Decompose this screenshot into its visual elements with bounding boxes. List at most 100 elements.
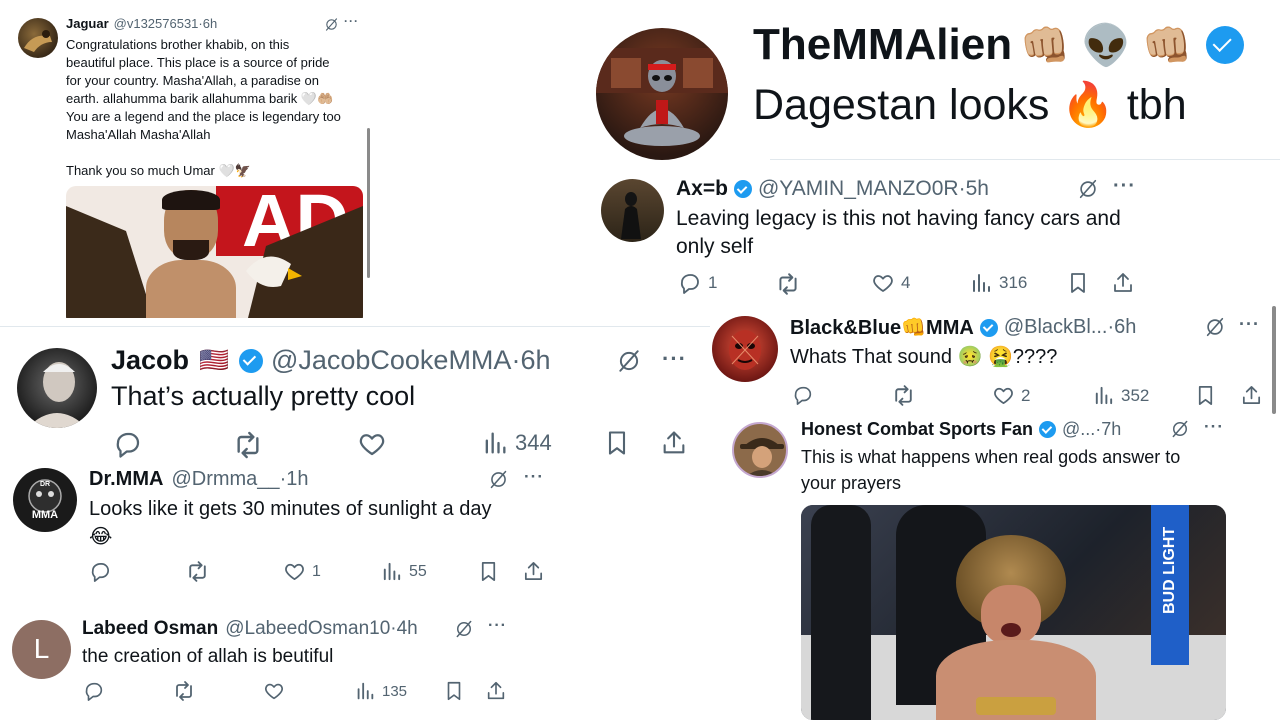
- grok-icon[interactable]: [324, 17, 339, 32]
- bookmark-icon: [603, 429, 631, 457]
- grok-icon[interactable]: [1204, 316, 1226, 338]
- tweet-blackblue[interactable]: Black&Blue👊MMA @BlackBl... · 6h ··· What…: [706, 304, 1280, 416]
- avatar[interactable]: [18, 18, 58, 58]
- tweet-honest-combat[interactable]: Honest Combat Sports Fan @... · 7h ··· T…: [720, 416, 1280, 720]
- display-name[interactable]: Honest Combat Sports Fan: [801, 419, 1033, 440]
- user-handle[interactable]: @LabeedOsman10: [225, 618, 390, 640]
- tweet-jacob[interactable]: Jacob 🇺🇸 @JacobCookeMMA · 6h ··· That’s …: [0, 326, 710, 466]
- reply-button[interactable]: [792, 384, 814, 406]
- timestamp[interactable]: 6h: [520, 345, 550, 376]
- user-handle[interactable]: @BlackBl...: [1004, 316, 1108, 339]
- more-options-icon[interactable]: ···: [1239, 314, 1260, 335]
- avatar[interactable]: [601, 179, 664, 242]
- display-name[interactable]: Jaguar: [66, 16, 109, 31]
- share-button[interactable]: [485, 680, 507, 702]
- text-line: your prayers: [801, 473, 902, 493]
- retweet-icon: [775, 271, 801, 297]
- tweet-axb[interactable]: Ax=b @YAMIN_MANZO0R · 5h ··· Leaving leg…: [585, 165, 1280, 315]
- user-handle[interactable]: @JacobCookeMMA: [271, 345, 512, 376]
- display-name[interactable]: Labeed Osman: [82, 618, 218, 640]
- retweet-button[interactable]: [891, 383, 916, 408]
- text-line: for your country. Masha'Allah, a paradis…: [66, 73, 319, 88]
- user-handle[interactable]: @v132576531: [114, 16, 199, 31]
- display-name[interactable]: Jacob: [111, 345, 189, 376]
- reply-button[interactable]: [89, 560, 112, 583]
- more-options-icon[interactable]: ···: [344, 14, 359, 28]
- reply-button[interactable]: [113, 429, 143, 459]
- display-name[interactable]: Dr.MMA: [89, 468, 163, 491]
- avatar[interactable]: [17, 348, 97, 428]
- like-button[interactable]: 2: [992, 384, 1030, 407]
- display-name[interactable]: Black&Blue👊MMA: [790, 315, 974, 340]
- scrollbar[interactable]: [367, 128, 370, 278]
- share-button[interactable]: [1240, 384, 1263, 407]
- grok-icon[interactable]: [1170, 419, 1190, 439]
- media-image[interactable]: BUD LIGHT: [801, 505, 1226, 720]
- scrollbar[interactable]: [1272, 306, 1276, 414]
- more-options-icon[interactable]: ···: [524, 467, 544, 487]
- more-options-icon[interactable]: ···: [662, 346, 687, 372]
- views-button[interactable]: 316: [969, 271, 1027, 295]
- bookmark-button[interactable]: [1194, 384, 1217, 407]
- views-button[interactable]: 135: [354, 680, 407, 702]
- avatar[interactable]: DR MMA: [13, 468, 77, 532]
- tweet-themmaalien[interactable]: TheMMAlien 👊🏼 👽 👊🏼 Dagestan looks 🔥 tbh: [580, 0, 1280, 160]
- timestamp[interactable]: 1h: [286, 468, 308, 491]
- tweet-drmma[interactable]: DR MMA Dr.MMA @Drmma__ · 1h ··· Looks li…: [0, 462, 560, 602]
- user-handle[interactable]: @...: [1062, 419, 1095, 440]
- avatar[interactable]: [712, 316, 778, 382]
- timestamp[interactable]: 4h: [397, 618, 418, 640]
- tweet-jaguar[interactable]: Jaguar @v132576531 · 6h ··· Congratulati…: [0, 0, 380, 318]
- more-options-icon[interactable]: ···: [1113, 175, 1136, 198]
- bookmark-button[interactable]: [603, 429, 631, 457]
- avatar[interactable]: [596, 28, 728, 160]
- retweet-button[interactable]: [232, 429, 264, 461]
- avatar[interactable]: [732, 422, 788, 478]
- media-image[interactable]: AD: [66, 186, 363, 318]
- reply-button[interactable]: [83, 680, 105, 702]
- views-button[interactable]: 344: [481, 429, 552, 457]
- text-line: Looks like it gets 30 minutes of sunligh…: [89, 498, 492, 520]
- heart-icon: [357, 429, 387, 459]
- grok-icon[interactable]: [1077, 178, 1099, 200]
- like-button[interactable]: 4: [871, 271, 910, 295]
- separator: ·: [279, 468, 287, 490]
- more-options-icon[interactable]: ···: [1204, 417, 1224, 437]
- flag-emoji: 🇺🇸: [199, 347, 229, 374]
- view-count: 344: [515, 430, 552, 455]
- views-button[interactable]: 352: [1092, 384, 1149, 407]
- reply-button[interactable]: 1: [678, 271, 717, 295]
- retweet-button[interactable]: [775, 271, 801, 297]
- more-options-icon[interactable]: ···: [488, 617, 507, 635]
- text-line: Leaving legacy is this not having fancy …: [676, 207, 1121, 230]
- timestamp[interactable]: 6h: [1114, 316, 1136, 339]
- share-icon: [522, 560, 545, 583]
- share-icon: [1111, 271, 1135, 295]
- retweet-button[interactable]: [185, 559, 210, 584]
- bookmark-button[interactable]: [443, 680, 465, 702]
- display-name[interactable]: TheMMAlien: [753, 20, 1012, 70]
- timestamp[interactable]: 7h: [1101, 419, 1121, 440]
- share-button[interactable]: [660, 429, 688, 457]
- user-handle[interactable]: @Drmma__: [171, 468, 279, 491]
- share-button[interactable]: [522, 560, 545, 583]
- like-button[interactable]: 1: [283, 560, 321, 583]
- tweet-header: Jacob 🇺🇸 @JacobCookeMMA · 6h: [111, 345, 550, 376]
- timestamp[interactable]: 5h: [966, 177, 989, 201]
- like-button[interactable]: [357, 429, 387, 459]
- timestamp[interactable]: 6h: [203, 16, 217, 31]
- user-handle[interactable]: @YAMIN_MANZO0R: [758, 177, 959, 201]
- retweet-button[interactable]: [172, 679, 196, 703]
- share-button[interactable]: [1111, 271, 1135, 295]
- avatar[interactable]: L: [12, 620, 71, 679]
- bookmark-button[interactable]: [1066, 271, 1090, 295]
- grok-icon[interactable]: [454, 619, 474, 639]
- tweet-labeed[interactable]: L Labeed Osman @LabeedOsman10 · 4h ··· t…: [0, 605, 560, 720]
- views-button[interactable]: 55: [380, 560, 427, 583]
- tweet-text: Looks like it gets 30 minutes of sunligh…: [89, 495, 491, 551]
- display-name[interactable]: Ax=b: [676, 177, 728, 201]
- grok-icon[interactable]: [488, 469, 509, 490]
- bookmark-button[interactable]: [477, 560, 500, 583]
- like-button[interactable]: [263, 680, 285, 702]
- grok-icon[interactable]: [616, 348, 642, 374]
